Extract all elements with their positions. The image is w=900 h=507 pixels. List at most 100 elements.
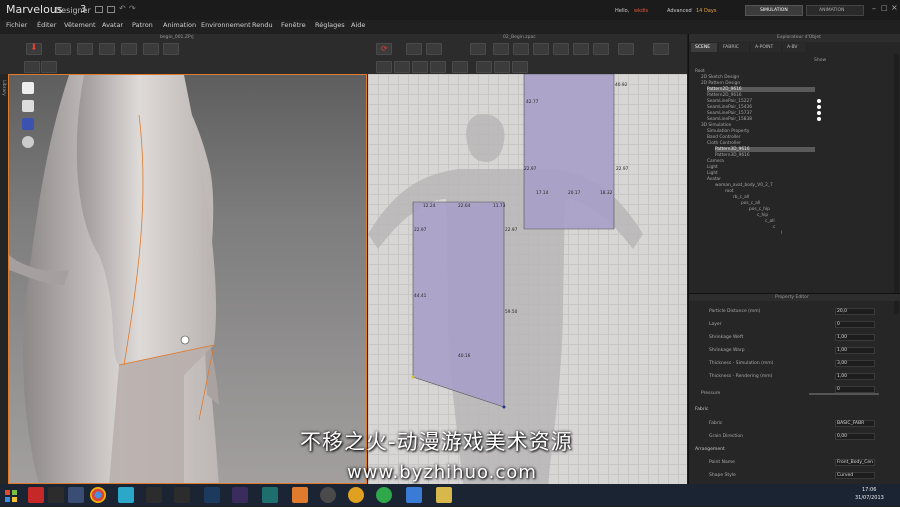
- tool-3d-arrange[interactable]: [143, 43, 159, 55]
- app-pin-icon[interactable]: [146, 487, 162, 503]
- tool-3d-stitch[interactable]: [163, 43, 179, 55]
- pressure-slider[interactable]: [809, 393, 879, 395]
- prop-shrink-weft-field[interactable]: 1,00: [835, 334, 875, 341]
- avatar-front-icon[interactable]: [22, 82, 34, 94]
- tree-item-selected[interactable]: Pattern2D_9616: [707, 87, 815, 92]
- tool-3d-pattern[interactable]: [41, 61, 57, 73]
- save-icon[interactable]: [95, 6, 103, 13]
- close-icon[interactable]: ×: [891, 3, 898, 12]
- user-name[interactable]: wkdis: [634, 8, 648, 14]
- tool-2d-seam-1[interactable]: [376, 61, 392, 73]
- tree-item[interactable]: Cloth Controller: [707, 141, 741, 146]
- tree-item[interactable]: SeamLinePair_15227: [707, 99, 752, 104]
- tool-2d-seam-3[interactable]: [412, 61, 428, 73]
- visibility-dot-icon[interactable]: [817, 117, 821, 121]
- tree-item[interactable]: 2D Pattern Design: [701, 81, 740, 86]
- tree-item[interactable]: c: [773, 225, 775, 230]
- shape-style-select[interactable]: Curved: [835, 472, 875, 479]
- prop-layer-field[interactable]: 0: [835, 321, 875, 328]
- tool-3d-pin[interactable]: [99, 43, 115, 55]
- tree-item[interactable]: c_all: [765, 219, 775, 224]
- tree-item[interactable]: rb_c_all: [733, 195, 749, 200]
- app-files-icon[interactable]: [436, 487, 452, 503]
- tool-3d-fold[interactable]: [121, 43, 137, 55]
- app-explorer-icon[interactable]: [68, 487, 84, 503]
- visibility-dot-icon[interactable]: [817, 111, 821, 115]
- tool-3d-texture[interactable]: [24, 61, 40, 73]
- tree-item[interactable]: pos_c_hip: [749, 207, 770, 212]
- tool-2d-annotate[interactable]: [512, 61, 528, 73]
- menu-reglages[interactable]: Réglages: [315, 21, 345, 29]
- viewport-2d[interactable]: 42.77 40.92 22.97 22.97 17.14 20.17 18.3…: [368, 74, 687, 484]
- animation-tab[interactable]: ANIMATION: [806, 5, 864, 16]
- maximize-icon[interactable]: □: [881, 4, 888, 12]
- app-ccleaner-icon[interactable]: [28, 487, 44, 503]
- tree-item[interactable]: Light: [707, 171, 718, 176]
- menu-animation[interactable]: Animation: [163, 21, 196, 29]
- tool-2d-polygon[interactable]: [513, 43, 529, 55]
- tree-item[interactable]: Camera: [707, 159, 724, 164]
- tool-2d-edit[interactable]: [426, 43, 442, 55]
- app-chat-icon[interactable]: [376, 487, 392, 503]
- app-photoshop-icon[interactable]: [204, 487, 220, 503]
- grain-direction-field[interactable]: 0,00: [835, 433, 875, 440]
- minimize-icon[interactable]: –: [872, 4, 876, 13]
- tree-item[interactable]: Pattern2D_9616: [707, 93, 742, 98]
- tool-2d-trace[interactable]: [653, 43, 669, 55]
- tool-2d-sync[interactable]: ⟳: [376, 43, 392, 55]
- app-zbrush-icon[interactable]: [174, 487, 190, 503]
- tool-2d-grain[interactable]: [494, 61, 510, 73]
- tree-item-selected[interactable]: Pattern3D_9616: [715, 147, 815, 152]
- tool-2d-seam-2[interactable]: [394, 61, 410, 73]
- tool-2d-seam-4[interactable]: [430, 61, 446, 73]
- app-chrome-icon[interactable]: [90, 487, 106, 503]
- tree-item[interactable]: Root: [695, 69, 705, 74]
- tool-2d-fold[interactable]: [618, 43, 634, 55]
- tool-2d-internal[interactable]: [593, 43, 609, 55]
- app-dropbox-icon[interactable]: [406, 487, 422, 503]
- menu-avatar[interactable]: Avatar: [102, 21, 123, 29]
- tree-item[interactable]: Simulation Property: [707, 129, 749, 134]
- start-windows-icon[interactable]: [4, 488, 18, 502]
- tool-2d-seam-5[interactable]: [452, 61, 468, 73]
- tool-2d-circle[interactable]: [553, 43, 569, 55]
- tree-item[interactable]: pos_c_all: [741, 201, 760, 206]
- tree-item[interactable]: root: [725, 189, 734, 194]
- avatar-texture-icon[interactable]: [22, 118, 34, 130]
- tree-item[interactable]: 3D Simulation: [701, 123, 731, 128]
- menu-fichier[interactable]: Fichier: [6, 21, 27, 29]
- app-mudbox-icon[interactable]: [320, 487, 336, 503]
- avatar-side-icon[interactable]: [22, 100, 34, 112]
- app-marvelous-icon[interactable]: [292, 487, 308, 503]
- prop-extra-field[interactable]: 0: [835, 386, 875, 393]
- prop-thickness-sim-field[interactable]: 3,00: [835, 360, 875, 367]
- tree-item[interactable]: SeamLinePair_15838: [707, 117, 752, 122]
- tree-item[interactable]: Light: [707, 165, 718, 170]
- tool-2d-dart[interactable]: [573, 43, 589, 55]
- prop-particle-distance-field[interactable]: 20,0: [835, 308, 875, 315]
- tool-2d-rectangle[interactable]: [533, 43, 549, 55]
- tool-2d-select[interactable]: [406, 43, 422, 55]
- tab-fabric[interactable]: FABRIC: [719, 43, 749, 52]
- app-folder-icon[interactable]: [48, 487, 64, 503]
- redo-icon[interactable]: ↷: [129, 4, 136, 13]
- app-media-icon[interactable]: [348, 487, 364, 503]
- menu-editer[interactable]: Éditer: [37, 21, 56, 29]
- open-icon[interactable]: [107, 6, 115, 13]
- tool-3d-move[interactable]: ⬇: [26, 43, 42, 55]
- undo-icon[interactable]: ↶: [119, 4, 126, 13]
- tree-item[interactable]: woman_avat_body_V0_2_7: [715, 183, 773, 188]
- simulation-tab[interactable]: SIMULATION: [745, 5, 803, 16]
- tree-item[interactable]: c_hip: [757, 213, 768, 218]
- object-browser-scrollbar[interactable]: [894, 54, 899, 314]
- tab-a-point[interactable]: A-POINT: [751, 43, 781, 52]
- menu-fenetre[interactable]: Fenêtre: [281, 21, 306, 29]
- tree-item[interactable]: SeamLinePair_15737: [707, 111, 752, 116]
- prop-shrink-warp-field[interactable]: 1,00: [835, 347, 875, 354]
- tree-item[interactable]: 2D Sketch Design: [701, 75, 739, 80]
- visibility-dot-icon[interactable]: [817, 105, 821, 109]
- tree-item[interactable]: Band Controller: [707, 135, 741, 140]
- menu-aide[interactable]: Aide: [351, 21, 365, 29]
- tool-3d-select[interactable]: [55, 43, 71, 55]
- arrangement-point-select[interactable]: Front_Body_Cen: [835, 459, 875, 466]
